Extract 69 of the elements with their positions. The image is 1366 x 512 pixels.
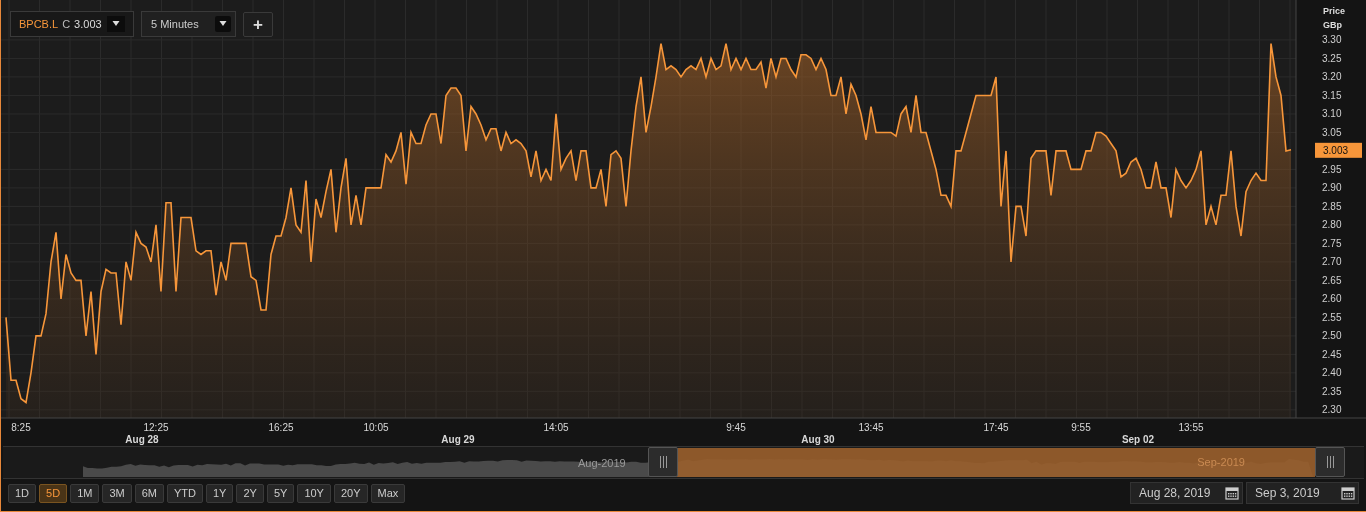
x-tick-label: 10:05 — [363, 422, 389, 433]
y-tick-label: 2.55 — [1322, 311, 1342, 323]
y-tick-label: 2.70 — [1322, 256, 1342, 268]
y-tick-label: 3.05 — [1322, 126, 1342, 138]
range-button[interactable]: 1D — [8, 483, 37, 503]
symbol-text: BPCB.L — [19, 16, 59, 32]
range-button[interactable]: 3M — [102, 483, 132, 503]
y-tick-label: 2.75 — [1322, 237, 1342, 249]
calendar-icon[interactable] — [1341, 486, 1355, 500]
y-tick-label: 2.95 — [1322, 163, 1342, 175]
y-tick-label: 3.30 — [1322, 34, 1342, 46]
y-tick-label: 2.90 — [1322, 182, 1342, 194]
range-button[interactable]: 6M — [134, 483, 164, 503]
navigator-label: Aug-2019 — [578, 456, 626, 471]
navigator-label: Sep-2019 — [1197, 455, 1245, 471]
price-tag — [1315, 142, 1362, 158]
end-date-text: Sep 3, 2019 — [1255, 485, 1320, 502]
interval-text: 5 Minutes — [151, 16, 199, 32]
y-tick-label: 3.10 — [1322, 108, 1342, 120]
y-tick-label: 3.15 — [1322, 89, 1342, 101]
range-handle[interactable] — [648, 447, 678, 477]
close-label: C — [62, 16, 71, 32]
y-tick-label: 2.30 — [1322, 404, 1342, 416]
range-handle[interactable] — [1315, 447, 1345, 477]
start-date-text: Aug 28, 2019 — [1139, 485, 1211, 502]
x-tick-label: 13:55 — [1178, 422, 1204, 433]
range-button[interactable]: 2Y — [236, 483, 264, 503]
x-tick-label: 8:25 — [11, 422, 31, 433]
y-tick-label: 2.60 — [1322, 293, 1342, 305]
price-tag-text: 3.003 — [1323, 144, 1349, 156]
y-tick-label: 3.25 — [1322, 52, 1342, 64]
range-button[interactable]: Max — [370, 483, 406, 503]
x-tick-label: 14:05 — [543, 422, 569, 433]
x-tick-label: 12:25 — [143, 422, 169, 433]
calendar-icon[interactable] — [1225, 486, 1239, 500]
range-button[interactable]: 10Y — [297, 483, 331, 503]
y-tick-label: 2.35 — [1322, 385, 1342, 397]
x-tick-label: 17:45 — [983, 422, 1009, 433]
y-tick-label: 3.20 — [1322, 71, 1342, 83]
axis-title: Price — [1323, 6, 1346, 16]
y-tick-label: 2.65 — [1322, 274, 1342, 286]
unit-label: GBp — [1323, 20, 1342, 30]
y-tick-label: 2.80 — [1322, 219, 1342, 231]
x-tick-label: 9:55 — [1071, 422, 1091, 433]
y-tick-label: 2.40 — [1322, 367, 1342, 379]
y-tick-label: 2.50 — [1322, 330, 1342, 342]
grip-icon — [658, 456, 668, 468]
date-label: Aug 29 — [441, 434, 475, 445]
range-button[interactable]: 1Y — [205, 483, 234, 503]
range-button[interactable]: 5Y — [266, 483, 295, 503]
x-tick-label: 13:45 — [858, 422, 884, 433]
x-tick-label: 9:45 — [726, 422, 746, 433]
y-tick-label: 2.45 — [1322, 348, 1342, 360]
range-button[interactable]: 1M — [70, 483, 100, 503]
date-label: Aug 30 — [801, 434, 835, 445]
y-tick-label: 2.85 — [1322, 200, 1342, 212]
close-value: 3.003 — [74, 16, 102, 32]
date-label: Aug 28 — [125, 434, 159, 445]
start-date-field[interactable]: Aug 28, 2019 — [1130, 482, 1243, 504]
add-button[interactable]: + — [243, 11, 273, 37]
grip-icon — [1325, 456, 1335, 468]
end-date-field[interactable]: Sep 3, 2019 — [1246, 482, 1359, 504]
range-button[interactable]: 20Y — [333, 483, 368, 503]
interval-dropdown[interactable]: 5 Minutes — [141, 11, 236, 37]
range-button[interactable]: 5D — [39, 483, 68, 503]
x-tick-label: 16:25 — [268, 422, 294, 433]
date-label: Sep 02 — [1121, 434, 1155, 445]
symbol-selector[interactable]: BPCB.L C 3.003 — [10, 11, 134, 37]
range-button[interactable]: YTD — [166, 483, 203, 503]
